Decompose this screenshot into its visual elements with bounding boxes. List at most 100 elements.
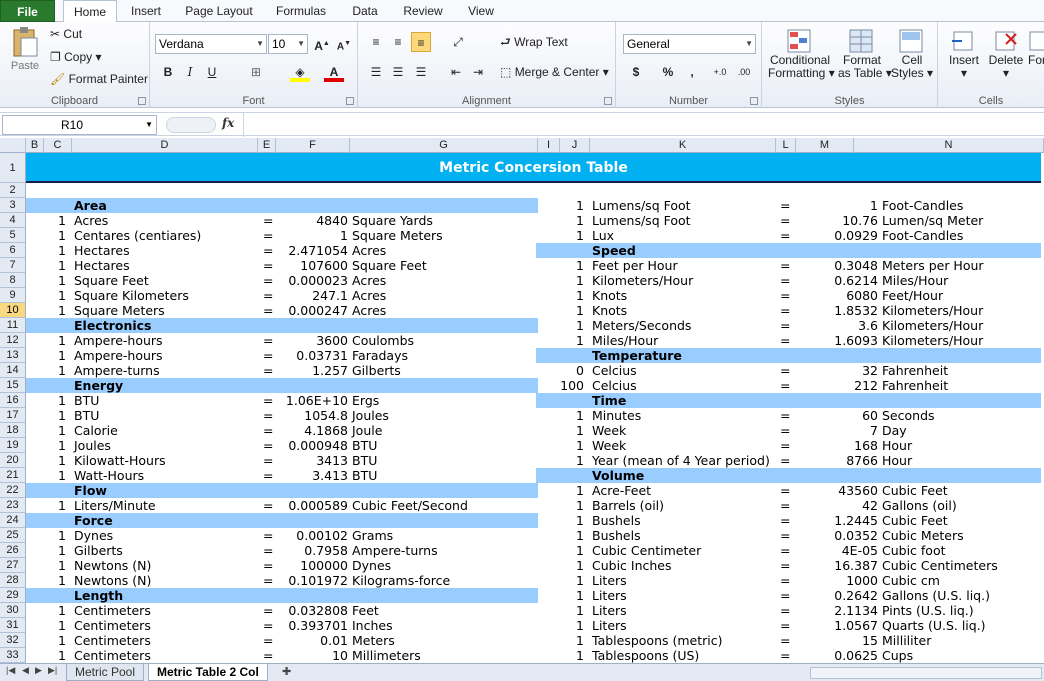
font-launcher-icon[interactable] xyxy=(346,97,354,105)
number-launcher-icon[interactable] xyxy=(750,97,758,105)
fill-color-icon[interactable]: ◈ xyxy=(290,62,310,82)
row-header[interactable]: 20 xyxy=(0,453,26,468)
percent-icon[interactable]: % xyxy=(658,62,678,82)
next-sheet-icon[interactable]: ▶ xyxy=(35,665,42,676)
left-conversion-row[interactable]: 1 Centimeters = 10 Millimeters xyxy=(26,648,538,663)
bold-icon[interactable]: B xyxy=(158,62,178,82)
row-header[interactable]: 25 xyxy=(0,528,26,543)
paste-button[interactable]: Paste xyxy=(8,26,42,74)
row-header[interactable]: 24 xyxy=(0,513,26,528)
right-conversion-row[interactable]: 1 Tablespoons (metric) = 15 Milliliter xyxy=(536,633,1041,648)
row-header[interactable]: 1 xyxy=(0,153,26,183)
column-header[interactable]: C xyxy=(44,138,72,153)
right-category-row[interactable]: Speed xyxy=(536,243,1041,258)
row-header[interactable]: 2 xyxy=(0,183,26,198)
worksheet-grid[interactable]: Metric Concersion Table Area 1 Acres = 4840 S… xyxy=(26,153,1044,663)
format-painter-button[interactable]: 🖌 Format Painter xyxy=(50,71,148,87)
font-color-icon[interactable]: A xyxy=(324,62,344,82)
align-right-icon[interactable]: ☰ xyxy=(411,62,431,82)
row-header[interactable]: 5 xyxy=(0,228,26,243)
column-header[interactable]: M xyxy=(796,138,854,153)
left-category-row[interactable]: Electronics xyxy=(26,318,538,333)
italic-icon[interactable]: I xyxy=(180,62,200,82)
align-middle-icon[interactable]: ≡ xyxy=(388,32,408,52)
right-conversion-row[interactable]: 1 Feet per Hour = 0.3048 Meters per Hour xyxy=(536,258,1041,273)
column-header[interactable]: I xyxy=(538,138,560,153)
row-header[interactable]: 13 xyxy=(0,348,26,363)
row-header[interactable]: 29 xyxy=(0,588,26,603)
tab-view[interactable]: View xyxy=(458,0,504,22)
left-conversion-row[interactable]: 1 Centares (centiares) = 1 Square Meters xyxy=(26,228,538,243)
orientation-icon[interactable]: ⤢ xyxy=(448,32,468,52)
left-conversion-row[interactable]: 1 Calorie = 4.1868 Joule xyxy=(26,423,538,438)
currency-icon[interactable]: $ xyxy=(626,62,646,82)
row-header[interactable]: 31 xyxy=(0,618,26,633)
sheet-tab-metric-pool[interactable]: Metric Pool xyxy=(66,664,145,681)
row-header[interactable]: 28 xyxy=(0,573,26,588)
row-header[interactable]: 4 xyxy=(0,213,26,228)
font-size-combo[interactable]: 10 ▼ xyxy=(268,34,308,54)
right-conversion-row[interactable]: 1 Barrels (oil) = 42 Gallons (oil) xyxy=(536,498,1041,513)
align-bottom-icon[interactable]: ≡ xyxy=(411,32,431,52)
name-box[interactable]: R10 ▼ xyxy=(2,115,157,135)
right-conversion-row[interactable]: 1 Bushels = 0.0352 Cubic Meters xyxy=(536,528,1041,543)
left-category-row[interactable]: Length xyxy=(26,588,538,603)
right-conversion-row[interactable]: 100 Celcius = 212 Fahrenheit xyxy=(536,378,1041,393)
right-category-row[interactable]: Time xyxy=(536,393,1041,408)
right-conversion-row[interactable]: 1 Year (mean of 4 Year period) = 8766 Hour xyxy=(536,453,1041,468)
left-category-row[interactable]: Force xyxy=(26,513,538,528)
row-header[interactable]: 12 xyxy=(0,333,26,348)
horizontal-scrollbar[interactable] xyxy=(810,667,1042,679)
right-conversion-row[interactable]: 1 Cubic Inches = 16.387 Cubic Centimeters xyxy=(536,558,1041,573)
right-conversion-row[interactable]: 1 Week = 7 Day xyxy=(536,423,1041,438)
right-conversion-row[interactable]: 0 Celcius = 32 Fahrenheit xyxy=(536,363,1041,378)
left-conversion-row[interactable]: 1 Centimeters = 0.393701 Inches xyxy=(26,618,538,633)
right-conversion-row[interactable]: 1 Lumens/sq Foot = 10.76 Lumen/sq Meter xyxy=(536,213,1041,228)
align-left-icon[interactable]: ☰ xyxy=(366,62,386,82)
select-all-corner[interactable] xyxy=(0,138,26,153)
right-conversion-row[interactable]: 1 Minutes = 60 Seconds xyxy=(536,408,1041,423)
row-header[interactable]: 27 xyxy=(0,558,26,573)
merge-center-button[interactable]: ⬚ Merge & Center ▾ xyxy=(500,64,609,80)
row-header[interactable]: 30 xyxy=(0,603,26,618)
left-conversion-row[interactable]: 1 Newtons (N) = 100000 Dynes xyxy=(26,558,538,573)
underline-icon[interactable]: U xyxy=(202,62,222,82)
sheet-tab-metric-table-2-col[interactable]: Metric Table 2 Col xyxy=(148,664,268,681)
tab-page-layout[interactable]: Page Layout xyxy=(178,0,260,22)
first-sheet-icon[interactable]: |◀ xyxy=(6,665,15,676)
left-category-row[interactable]: Flow xyxy=(26,483,538,498)
right-conversion-row[interactable]: 1 Meters/Seconds = 3.6 Kilometers/Hour xyxy=(536,318,1041,333)
left-conversion-row[interactable]: 1 Square Meters = 0.000247 Acres xyxy=(26,303,538,318)
font-name-combo[interactable]: Verdana ▼ xyxy=(155,34,267,54)
left-conversion-row[interactable]: 1 Ampere-turns = 1.257 Gilberts xyxy=(26,363,538,378)
row-header[interactable]: 21 xyxy=(0,468,26,483)
tab-data[interactable]: Data xyxy=(342,0,388,22)
column-header[interactable]: L xyxy=(776,138,796,153)
row-header[interactable]: 14 xyxy=(0,363,26,378)
right-conversion-row[interactable]: 1 Knots = 6080 Feet/Hour xyxy=(536,288,1041,303)
column-header[interactable]: N xyxy=(854,138,1044,153)
row-header[interactable]: 15 xyxy=(0,378,26,393)
row-header[interactable]: 18 xyxy=(0,423,26,438)
row-header[interactable]: 16 xyxy=(0,393,26,408)
shrink-font-icon[interactable]: A▼ xyxy=(334,34,354,54)
column-header[interactable]: G xyxy=(350,138,538,153)
row-header[interactable]: 3 xyxy=(0,198,26,213)
formula-bar-splitter[interactable] xyxy=(166,117,216,133)
column-header[interactable]: E xyxy=(258,138,276,153)
right-conversion-row[interactable]: 1 Liters = 1.0567 Quarts (U.S. liq.) xyxy=(536,618,1041,633)
column-header[interactable]: B xyxy=(26,138,44,153)
tab-insert[interactable]: Insert xyxy=(122,0,170,22)
row-header[interactable]: 9 xyxy=(0,288,26,303)
align-center-icon[interactable]: ☰ xyxy=(388,62,408,82)
left-conversion-row[interactable]: 1 BTU = 1054.8 Joules xyxy=(26,408,538,423)
tab-formulas[interactable]: Formulas xyxy=(268,0,334,22)
decrease-indent-icon[interactable]: ⇤ xyxy=(446,62,466,82)
right-conversion-row[interactable]: 1 Lux = 0.0929 Foot-Candles xyxy=(536,228,1041,243)
column-header[interactable]: F xyxy=(276,138,350,153)
left-conversion-row[interactable]: 1 Ampere-hours = 0.03731 Faradays xyxy=(26,348,538,363)
left-conversion-row[interactable]: 1 Hectares = 107600 Square Feet xyxy=(26,258,538,273)
conditional-formatting-button[interactable]: Conditional Formatting ▾ xyxy=(768,28,835,80)
tab-file[interactable]: File xyxy=(0,0,55,22)
insert-cells-button[interactable]: Insert ▾ xyxy=(944,28,984,80)
